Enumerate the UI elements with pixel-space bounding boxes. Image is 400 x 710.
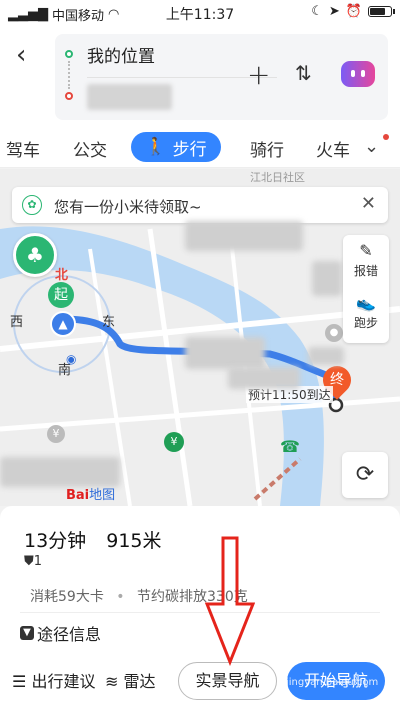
status-bar: ▂▃▅▇ 中国移动 ◠ 上午11:37 ☾ ➤ ⏰ bbox=[0, 0, 400, 26]
notification-dot bbox=[383, 134, 389, 140]
compass-east: 东 bbox=[102, 315, 116, 330]
shoe-icon: 👟 bbox=[356, 293, 376, 312]
tab-transit[interactable]: 公交 bbox=[73, 136, 107, 161]
radar-icon: ≋ bbox=[105, 672, 119, 691]
map-logo: Bai地图 bbox=[66, 488, 116, 503]
walk-icon: 🚶 bbox=[145, 137, 167, 157]
duration: 13分钟 bbox=[24, 530, 87, 552]
add-waypoint-button[interactable]: + bbox=[247, 58, 270, 91]
compass-west: 西 bbox=[10, 315, 24, 330]
compass-north: 北 bbox=[55, 268, 69, 283]
travel-advice-button[interactable]: ☰ 出行建议 bbox=[12, 668, 95, 692]
wifi-poi-icon: ◉ bbox=[66, 352, 77, 366]
assistant-robot-icon[interactable] bbox=[341, 61, 375, 87]
post-office-icon: ☎ bbox=[280, 437, 300, 456]
tab-walk[interactable]: 🚶 步行 bbox=[131, 132, 221, 162]
swap-route-button[interactable]: ⇅ bbox=[295, 61, 312, 85]
watermark: jingyan.baidu.com bbox=[286, 677, 379, 688]
edit-icon: ✎ bbox=[359, 241, 373, 260]
traffic-light-icon: ⛊ bbox=[24, 554, 34, 569]
origin-dot-icon bbox=[65, 50, 73, 58]
bank-icon: ¥ bbox=[47, 425, 65, 443]
moon-icon: ☾ bbox=[311, 4, 323, 19]
tab-walk-label: 步行 bbox=[172, 139, 207, 160]
alarm-icon: ⏰ bbox=[345, 4, 362, 19]
origin-field[interactable]: 我的位置 bbox=[87, 42, 155, 67]
poi-pin-icon: ● bbox=[325, 324, 343, 342]
refresh-route-button[interactable]: ⟳ bbox=[342, 452, 388, 498]
tab-train[interactable]: 火车 bbox=[316, 136, 350, 161]
travel-mode-tabs: 驾车 公交 🚶 步行 骑行 火车 ⌄ bbox=[0, 128, 400, 168]
chevron-down-icon[interactable]: ⌄ bbox=[364, 136, 379, 157]
my-location-arrow-icon: ▲ bbox=[50, 311, 76, 337]
tab-drive[interactable]: 驾车 bbox=[6, 136, 40, 161]
calories: 消耗59大卡 bbox=[30, 589, 104, 605]
map-area-label: 江北日社区 bbox=[250, 171, 305, 184]
leaf-icon: ✿ bbox=[22, 195, 42, 215]
distance: 915米 bbox=[106, 530, 162, 552]
notice-text: 您有一份小米待领取~ bbox=[54, 198, 202, 216]
path-info-link[interactable]: ▼ 途径信息 bbox=[20, 621, 101, 645]
route-summary: 13分钟 915米 bbox=[24, 526, 176, 553]
run-button[interactable]: 👟 跑步 bbox=[343, 293, 389, 331]
annotation-arrow bbox=[205, 536, 255, 666]
info-icon: ▼ bbox=[20, 626, 34, 640]
tab-bike[interactable]: 骑行 bbox=[250, 136, 284, 161]
reward-notice[interactable]: ✿ 您有一份小米待领取~ ✕ bbox=[12, 187, 388, 223]
report-error-button[interactable]: ✎ 报错 bbox=[343, 241, 389, 279]
ar-navigation-button[interactable]: 实景导航 bbox=[178, 662, 277, 700]
start-marker: 起 bbox=[48, 282, 74, 308]
location-icon: ➤ bbox=[328, 4, 340, 19]
destination-field[interactable] bbox=[87, 84, 172, 110]
sprout-badge-icon[interactable]: ♣ bbox=[13, 233, 57, 277]
destination-dot-icon bbox=[65, 92, 73, 100]
map-view[interactable]: ✿ 您有一份小米待领取~ ✕ ♣ 北 起 西 东 南 ▲ 终 预计11:50到达… bbox=[0, 169, 400, 506]
route-input-box: 我的位置 + ⇅ bbox=[55, 34, 388, 120]
bank-marker-icon: ¥ bbox=[164, 432, 184, 452]
route-header: ‹ 我的位置 + ⇅ bbox=[0, 26, 400, 128]
close-icon[interactable]: ✕ bbox=[361, 193, 376, 214]
battery-icon bbox=[368, 6, 395, 17]
list-icon: ☰ bbox=[12, 672, 27, 691]
traffic-lights: ⛊1 bbox=[24, 554, 43, 569]
back-button[interactable]: ‹ bbox=[16, 40, 26, 70]
radar-button[interactable]: ≋ 雷达 bbox=[105, 668, 156, 692]
status-icons: ☾ ➤ ⏰ bbox=[311, 4, 395, 19]
map-tools-panel: ✎ 报错 👟 跑步 bbox=[343, 235, 389, 343]
